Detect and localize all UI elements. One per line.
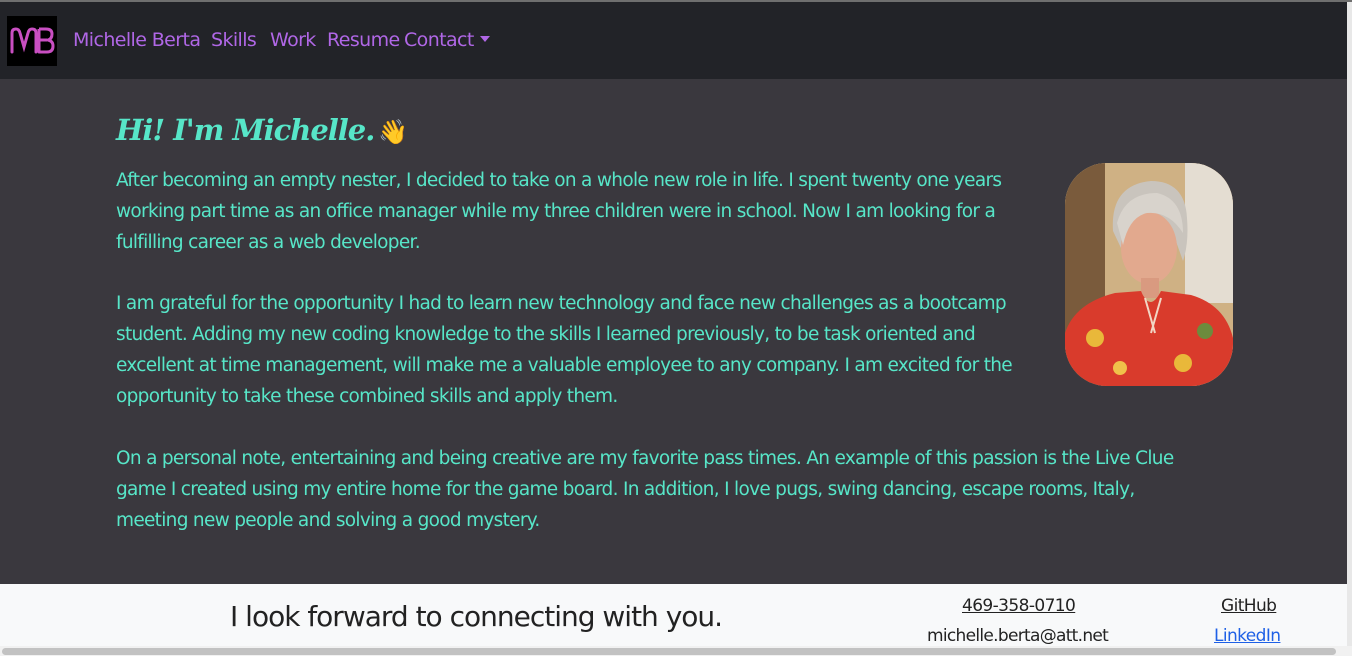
brand-link[interactable]: Michelle Berta: [73, 29, 201, 51]
email-text[interactable]: michelle.berta@att.net: [927, 626, 1109, 646]
about-paragraph-3: On a personal note, entertaining and bei…: [116, 448, 1174, 531]
phone-link[interactable]: 469-358-0710: [962, 596, 1076, 616]
github-link[interactable]: GitHub: [1221, 596, 1277, 616]
waving-hand-icon: 👋: [378, 117, 408, 146]
caret-down-icon: [479, 36, 490, 42]
nav-contact-label: Contact: [404, 29, 474, 51]
navbar: Michelle Berta Skills Work Resume Contac…: [0, 2, 1352, 79]
profile-photo: [1065, 163, 1233, 386]
profile-photo-image: [1065, 163, 1233, 386]
linkedin-link[interactable]: LinkedIn: [1214, 626, 1281, 646]
nav-contact-dropdown[interactable]: Contact: [404, 29, 490, 51]
vertical-scrollbar[interactable]: [1347, 2, 1352, 646]
about-section: Hi! I'm Michelle. 👋 After becoming an emp…: [0, 79, 1352, 584]
horizontal-scrollbar-thumb[interactable]: [2, 648, 1336, 655]
about-paragraph-1: After becoming an empty nester, I decide…: [116, 170, 1002, 253]
nav-resume-link[interactable]: Resume: [327, 29, 400, 51]
nav-work-link[interactable]: Work: [270, 29, 316, 51]
nav-skills-link[interactable]: Skills: [211, 29, 257, 51]
greeting-text: Hi! I'm Michelle.: [116, 113, 375, 147]
mb-logo-icon: [10, 27, 55, 54]
about-heading: Hi! I'm Michelle. 👋: [116, 113, 408, 147]
about-paragraph-2: I am grateful for the opportunity I had …: [116, 293, 1013, 407]
footer-message: I look forward to connecting with you.: [230, 600, 723, 633]
logo[interactable]: [7, 16, 57, 66]
